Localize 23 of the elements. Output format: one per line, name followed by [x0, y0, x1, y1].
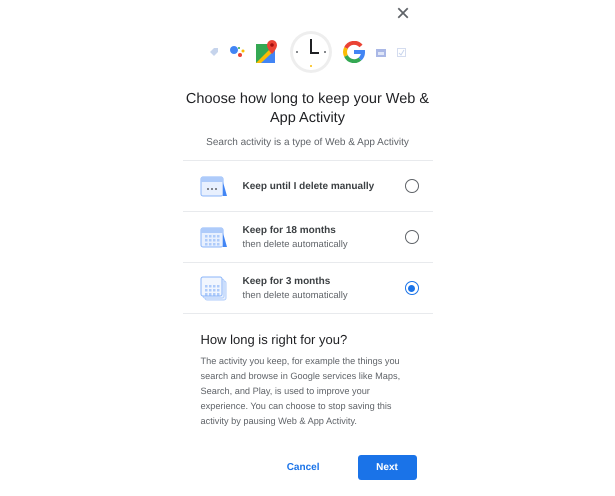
next-button[interactable]: Next — [358, 455, 416, 480]
radio-button[interactable] — [404, 230, 418, 244]
clock-icon — [289, 30, 333, 74]
small-check-icon — [397, 48, 406, 56]
info-heading: How long is right for you? — [200, 332, 348, 347]
info-paragraph: The activity you keep, for example the things you search and browse in Google services like Maps, Search, and Play, is used to improve your experience. You can choose to stop saving this activity by pausing Web & App Activity. — [200, 355, 402, 428]
close-button[interactable]: × — [392, 2, 414, 26]
colored-g-icon — [343, 41, 365, 63]
option-label: Keep for 18 months — [242, 224, 337, 236]
tag-icon — [209, 47, 219, 57]
option-detail: then delete automatically — [242, 238, 349, 250]
option-detail: then delete automatically — [242, 290, 349, 300]
calendar-stack-icon — [198, 274, 228, 302]
map-pin-icon — [255, 40, 279, 64]
assistant-dots-icon — [229, 45, 245, 59]
subtitle: Search activity is a type of Web & App Activity — [205, 137, 410, 148]
dialog-title: Choose how long to keep your Web & App Activity — [184, 90, 430, 128]
radio-button[interactable] — [404, 179, 418, 193]
shop-icon — [375, 46, 387, 58]
radio-button[interactable] — [404, 281, 418, 295]
cancel-button[interactable]: Cancel — [270, 455, 336, 480]
option-label: Keep until I delete manually — [242, 180, 376, 192]
option-label: Keep for 3 months — [242, 276, 332, 286]
